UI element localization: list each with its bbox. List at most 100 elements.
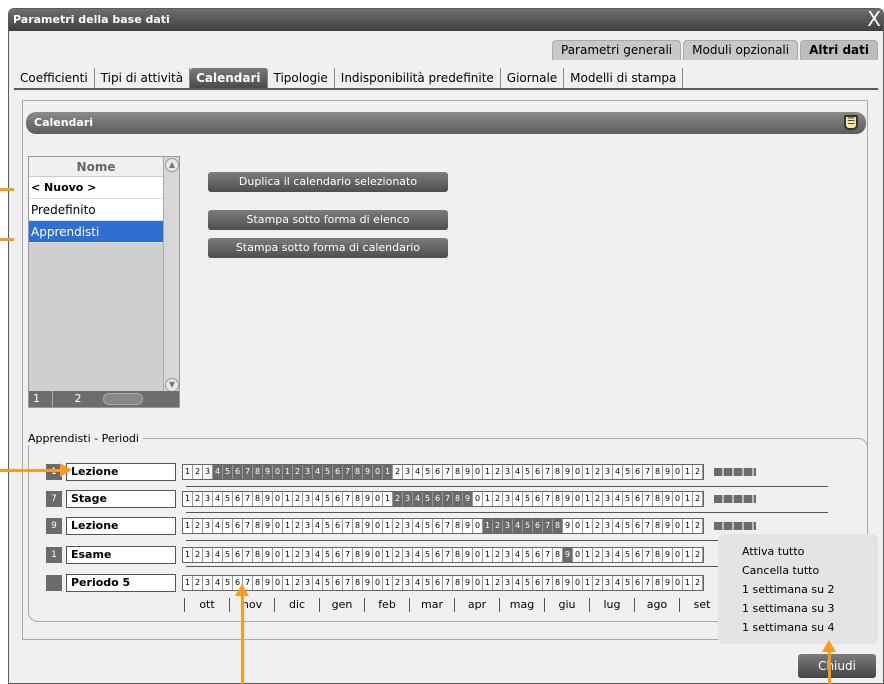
week-cell[interactable]: 0: [273, 465, 283, 479]
week-cell[interactable]: 5: [323, 492, 333, 506]
week-cell[interactable]: 2: [493, 492, 503, 506]
week-cell[interactable]: 2: [193, 465, 203, 479]
week-cell[interactable]: 5: [223, 548, 233, 562]
week-cell[interactable]: 2: [693, 519, 703, 533]
week-cell[interactable]: 4: [413, 465, 423, 479]
week-cell[interactable]: 7: [543, 492, 553, 506]
week-cell[interactable]: 7: [343, 465, 353, 479]
week-cell[interactable]: 3: [403, 548, 413, 562]
week-cell[interactable]: 1: [483, 465, 493, 479]
week-cell[interactable]: 9: [363, 519, 373, 533]
week-cell[interactable]: 2: [393, 465, 403, 479]
close-icon[interactable]: X: [867, 9, 881, 30]
week-cell[interactable]: 1: [583, 465, 593, 479]
week-cell[interactable]: 4: [313, 576, 323, 590]
week-cell[interactable]: 3: [303, 576, 313, 590]
week-cell[interactable]: 7: [543, 465, 553, 479]
week-cell[interactable]: 0: [273, 576, 283, 590]
context-menu-item[interactable]: 1 settimana su 4: [742, 618, 878, 637]
week-cell[interactable]: 4: [613, 548, 623, 562]
week-cell[interactable]: 5: [523, 576, 533, 590]
week-cell[interactable]: 0: [373, 465, 383, 479]
week-cell[interactable]: 5: [423, 492, 433, 506]
list-item[interactable]: Predefinito: [29, 199, 163, 221]
period-color-bar[interactable]: [714, 495, 756, 503]
week-cell[interactable]: 4: [613, 519, 623, 533]
week-cell[interactable]: 1: [583, 492, 593, 506]
week-cell[interactable]: 3: [203, 492, 213, 506]
week-cell[interactable]: 2: [393, 576, 403, 590]
week-cell[interactable]: 5: [523, 519, 533, 533]
week-cell[interactable]: 7: [443, 492, 453, 506]
list-item[interactable]: Apprendisti: [29, 221, 163, 243]
week-cell[interactable]: 8: [353, 548, 363, 562]
week-cell[interactable]: 1: [283, 548, 293, 562]
week-cell[interactable]: 0: [473, 548, 483, 562]
period-name-field[interactable]: Lezione: [66, 517, 176, 535]
week-cell[interactable]: 0: [273, 548, 283, 562]
week-cell[interactable]: 6: [433, 519, 443, 533]
week-cell[interactable]: 9: [363, 465, 373, 479]
week-cell[interactable]: 0: [673, 465, 683, 479]
week-cell[interactable]: 7: [543, 548, 553, 562]
week-cell[interactable]: 3: [603, 492, 613, 506]
week-cell[interactable]: 4: [513, 519, 523, 533]
week-cell[interactable]: 3: [503, 548, 513, 562]
week-cell[interactable]: 4: [313, 465, 323, 479]
week-cell[interactable]: 3: [503, 576, 513, 590]
week-cell[interactable]: 9: [263, 465, 273, 479]
week-cell[interactable]: 1: [483, 576, 493, 590]
week-cell[interactable]: 4: [613, 492, 623, 506]
week-cell[interactable]: 2: [593, 548, 603, 562]
week-cell[interactable]: 8: [353, 492, 363, 506]
week-cell[interactable]: 7: [243, 492, 253, 506]
week-cell[interactable]: 5: [623, 548, 633, 562]
week-cell[interactable]: 8: [553, 465, 563, 479]
week-cell[interactable]: 4: [213, 519, 223, 533]
week-cell[interactable]: 7: [443, 576, 453, 590]
week-cell[interactable]: 2: [193, 576, 203, 590]
week-cell[interactable]: 1: [383, 548, 393, 562]
week-cell[interactable]: 9: [563, 576, 573, 590]
week-cell[interactable]: 0: [573, 519, 583, 533]
week-cell[interactable]: 2: [593, 492, 603, 506]
week-cell[interactable]: 1: [483, 548, 493, 562]
week-cell[interactable]: 5: [223, 492, 233, 506]
week-cell[interactable]: 6: [533, 465, 543, 479]
week-cell[interactable]: 1: [683, 548, 693, 562]
week-cell[interactable]: 5: [323, 548, 333, 562]
week-cell[interactable]: 7: [443, 548, 453, 562]
week-cell[interactable]: 1: [283, 465, 293, 479]
week-cell[interactable]: 5: [223, 519, 233, 533]
week-cell[interactable]: 1: [383, 492, 393, 506]
period-name-field[interactable]: Stage: [66, 490, 176, 508]
week-cell[interactable]: 0: [673, 576, 683, 590]
period-name-field[interactable]: Lezione: [66, 463, 176, 481]
week-cell[interactable]: 0: [373, 576, 383, 590]
week-cell[interactable]: 8: [553, 519, 563, 533]
week-cell[interactable]: 3: [403, 492, 413, 506]
week-cell[interactable]: 9: [263, 519, 273, 533]
week-cell[interactable]: 5: [523, 548, 533, 562]
week-cell[interactable]: 6: [333, 519, 343, 533]
week-cell[interactable]: 2: [493, 465, 503, 479]
top-tab[interactable]: Moduli opzionali: [683, 40, 799, 60]
week-cell[interactable]: 6: [333, 492, 343, 506]
week-cell[interactable]: 3: [603, 465, 613, 479]
week-cell[interactable]: 2: [493, 548, 503, 562]
week-cell[interactable]: 2: [293, 492, 303, 506]
week-cell[interactable]: 6: [233, 492, 243, 506]
week-cell[interactable]: 1: [683, 465, 693, 479]
context-menu-item[interactable]: 1 settimana su 3: [742, 599, 878, 618]
week-cell[interactable]: 0: [373, 548, 383, 562]
week-cell[interactable]: 6: [433, 576, 443, 590]
week-cell[interactable]: 5: [323, 519, 333, 533]
week-cell[interactable]: 4: [513, 548, 523, 562]
week-cell[interactable]: 7: [543, 519, 553, 533]
week-cell[interactable]: 6: [233, 519, 243, 533]
week-cell[interactable]: 6: [233, 465, 243, 479]
week-cell[interactable]: 4: [413, 492, 423, 506]
week-cell[interactable]: 3: [403, 465, 413, 479]
week-cell[interactable]: 6: [533, 492, 543, 506]
week-cell[interactable]: 7: [543, 576, 553, 590]
